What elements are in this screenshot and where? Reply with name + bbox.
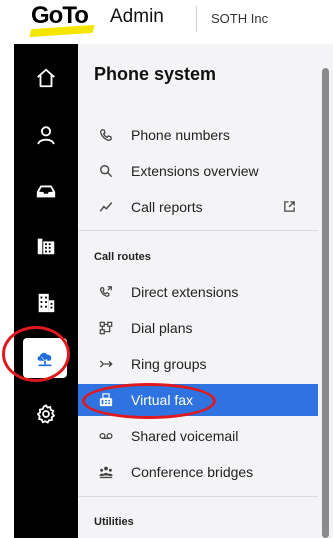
section-label-utilities: Utilities [94, 516, 134, 528]
nav-label: Shared voicemail [131, 428, 239, 444]
icon-rail [14, 44, 78, 538]
header-divider [196, 6, 197, 32]
flow-icon [99, 321, 113, 335]
nav-label: Virtual fax [131, 392, 193, 408]
ring-group-icon [99, 360, 113, 368]
nav-label: Extensions overview [131, 163, 259, 179]
gear-icon [37, 404, 55, 424]
chart-icon [99, 202, 113, 212]
logo-text: GoTo [31, 2, 89, 29]
rail-users[interactable] [14, 115, 78, 155]
panel-scrollbar[interactable] [318, 44, 333, 538]
nav-shared-voicemail[interactable]: Shared voicemail [78, 420, 318, 452]
external-link-icon[interactable] [283, 200, 296, 213]
fax-icon [99, 393, 113, 407]
rail-phone-system[interactable] [14, 226, 78, 266]
nav-panel: Phone system Phone numbers Extensions ov… [78, 44, 318, 538]
nav-dial-plans[interactable]: Dial plans [78, 312, 318, 344]
rail-settings[interactable] [14, 394, 78, 434]
nav-label: Call reports [131, 199, 203, 215]
inbox-icon [36, 185, 56, 198]
nav-label: Ring groups [131, 356, 207, 372]
nav-direct-extensions[interactable]: Direct extensions [78, 276, 318, 308]
nav-call-reports[interactable]: Call reports [78, 191, 318, 223]
rail-cloud-phone-active[interactable] [23, 338, 67, 378]
top-header: GoTo Admin SOTH Inc [0, 0, 333, 44]
cloud-phone-icon [37, 352, 52, 367]
rail-inbox[interactable] [14, 171, 78, 211]
section-label-call-routes: Call routes [94, 251, 151, 263]
nav-ring-groups[interactable]: Ring groups [78, 348, 318, 380]
nav-extensions-overview[interactable]: Extensions overview [78, 155, 318, 187]
rail-locations[interactable] [14, 283, 78, 323]
voicemail-icon [99, 432, 113, 440]
section-divider [78, 496, 318, 497]
goto-logo[interactable]: GoTo [29, 2, 95, 38]
people-icon [99, 466, 113, 479]
phone-forward-icon [99, 286, 112, 297]
org-name[interactable]: SOTH Inc [211, 11, 268, 26]
phone-icon [100, 129, 112, 141]
scroll-thumb[interactable] [322, 68, 329, 538]
search-icon [100, 165, 113, 178]
panel-title: Phone system [94, 64, 217, 84]
nav-virtual-fax[interactable]: Virtual fax [78, 384, 318, 416]
section-divider [78, 230, 318, 231]
rail-home[interactable] [14, 58, 78, 98]
office-icon [38, 293, 55, 313]
building-icon [37, 238, 55, 255]
nav-conference-bridges[interactable]: Conference bridges [78, 456, 318, 488]
nav-label: Dial plans [131, 320, 193, 336]
nav-label: Phone numbers [131, 127, 230, 143]
nav-label: Direct extensions [131, 284, 239, 300]
nav-phone-numbers[interactable]: Phone numbers [78, 119, 318, 151]
nav-label: Conference bridges [131, 464, 254, 480]
app-name: Admin [110, 6, 164, 27]
user-icon [37, 126, 55, 145]
home-icon [37, 68, 55, 88]
